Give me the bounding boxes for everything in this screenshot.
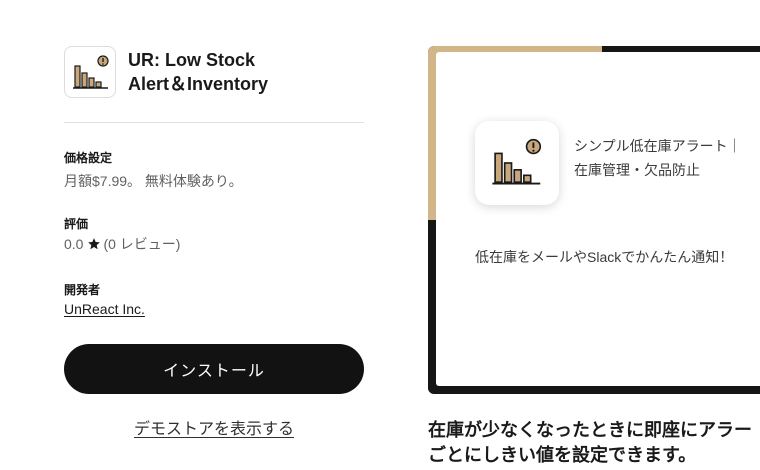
preview-tagline-line2: 在庫管理・欠品防止 [574,162,700,178]
preview-canvas [436,52,760,386]
rating-score: 0.0 [64,236,84,252]
headline-line2: ごとにしきい値を設定できます。 [428,445,697,465]
divider [64,122,364,123]
install-button[interactable]: インストール [64,344,364,394]
app-title-line2: Alert＆Inventory [128,74,269,94]
rating-row: 0.0 (0 レビュー) [64,235,180,253]
app-title-line1: UR: Low Stock [128,50,256,70]
bar-chart-alert-icon [492,138,542,185]
preview-description: 低在庫をメールやSlackでかんたん通知！ [475,249,734,265]
demo-store-link[interactable]: デモストアを表示する [64,415,364,439]
app-listing-page: UR: Low Stock Alert＆Inventory 価格設定 月額$7.… [0,0,760,470]
developer-link[interactable]: UnReact Inc. [64,301,145,317]
developer-label: 開発者 [64,283,101,297]
preview-tagline-line1: シンプル低在庫アラート｜ [574,138,742,154]
pricing-label: 価格設定 [64,151,113,165]
preview-tagline: シンプル低在庫アラート｜ 在庫管理・欠品防止 [574,134,760,182]
pricing-value: 月額$7.99。 無料体験あり。 [64,173,243,189]
rating-label: 評価 [64,217,89,231]
app-title: UR: Low Stock Alert＆Inventory [128,48,368,96]
rating-reviews: (0 レビュー) [103,236,181,252]
app-icon [64,46,116,98]
app-screenshot-preview[interactable] [428,46,760,394]
bar-chart-alert-icon [73,55,109,89]
app-headline: 在庫が少なくなったときに即座にアラー ごとにしきい値を設定できます。 [428,418,760,468]
headline-line1: 在庫が少なくなったときに即座にアラー [428,420,752,440]
preview-app-icon [475,121,559,205]
star-icon [88,238,101,250]
